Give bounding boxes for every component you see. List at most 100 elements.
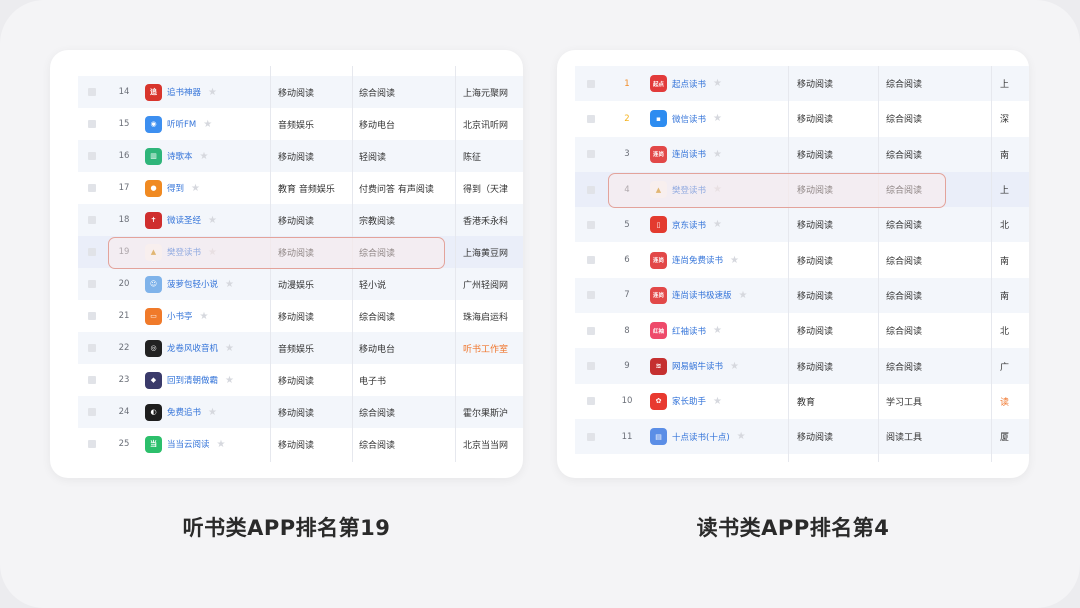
favorite-star-icon[interactable]: ★: [730, 361, 739, 372]
table-row[interactable]: 11 ▤ 十点读书(十点) ★ 移动阅读 阅读工具 厦: [575, 418, 1029, 455]
table-row[interactable]: 22 ◎ 龙卷风收音机 ★ 音频娱乐 移动电台 听书工作室: [78, 332, 523, 364]
favorite-star-icon[interactable]: ★: [200, 311, 209, 322]
favorite-star-icon[interactable]: ★: [713, 396, 722, 407]
app-name-link[interactable]: 得到: [167, 182, 184, 194]
row-checkbox[interactable]: [587, 185, 595, 194]
app-name-link[interactable]: 京东读书: [672, 219, 706, 231]
favorite-star-icon[interactable]: ★: [713, 325, 722, 336]
table-row[interactable]: 16 ▥ 诗歌本 ★ 移动阅读 轻阅读 陈征: [78, 140, 523, 172]
row-checkbox[interactable]: [587, 220, 595, 229]
app-name-link[interactable]: 龙卷风收音机: [167, 342, 218, 354]
app-name-link[interactable]: 免费追书: [167, 406, 201, 418]
table-row[interactable]: 2 ▪ 微信读书 ★ 移动阅读 综合阅读 深: [575, 101, 1029, 136]
audio-ranking-panel: 14 追追书神器 ★ 移动阅读 综合阅读 上海元聚网 15 ◉ 听听FM ★ 音频娱乐 移动电台 北京讯…: [50, 50, 523, 478]
row-checkbox[interactable]: [587, 432, 595, 441]
hongxiu-app-icon: 红袖: [650, 322, 667, 340]
developer-name: 上海黄豆网: [463, 248, 509, 259]
row-checkbox[interactable]: [88, 248, 96, 256]
column-divider: [455, 66, 456, 462]
table-row[interactable]: 14 追追书神器 ★ 移动阅读 综合阅读 上海元聚网: [78, 76, 523, 108]
app-name-link[interactable]: 红袖读书: [672, 325, 706, 337]
favorite-star-icon[interactable]: ★: [200, 151, 209, 162]
row-checkbox[interactable]: [88, 184, 96, 192]
favorite-star-icon[interactable]: ★: [217, 439, 226, 450]
favorite-star-icon[interactable]: ★: [208, 87, 217, 98]
row-checkbox[interactable]: [587, 397, 595, 406]
row-checkbox[interactable]: [88, 88, 96, 96]
table-row[interactable]: 24 ◐ 免费追书 ★ 移动阅读 综合阅读 霍尔果斯沪: [78, 396, 523, 428]
row-checkbox[interactable]: [88, 376, 96, 384]
row-checkbox[interactable]: [88, 344, 96, 352]
app-name-link[interactable]: 菠萝包轻小说: [167, 278, 218, 290]
primary-category: 移动阅读: [278, 216, 315, 227]
table-row[interactable]: 6 连尚 连尚免费读书 ★ 移动阅读 综合阅读 南: [575, 242, 1029, 277]
app-name-link[interactable]: 网易蜗牛读书: [672, 360, 723, 372]
favorite-star-icon[interactable]: ★: [713, 78, 722, 89]
table-row[interactable]: 3 连尚 连尚读书 ★ 移动阅读 综合阅读 南: [575, 136, 1029, 172]
table-row[interactable]: 15 ◉ 听听FM ★ 音频娱乐 移动电台 北京讯听网: [78, 108, 523, 140]
row-checkbox[interactable]: [587, 362, 595, 371]
table-row[interactable]: 1 起点 起点读书 ★ 移动阅读 综合阅读 上: [575, 66, 1029, 102]
favorite-star-icon[interactable]: ★: [208, 407, 217, 418]
primary-category: 移动阅读: [278, 312, 315, 323]
row-checkbox[interactable]: [88, 152, 96, 160]
app-cell: ▥ 诗歌本 ★: [145, 140, 274, 172]
favorite-star-icon[interactable]: ★: [730, 255, 739, 266]
app-name-link[interactable]: 当当云阅读: [167, 438, 210, 450]
row-checkbox[interactable]: [88, 216, 96, 224]
row-checkbox[interactable]: [587, 291, 595, 300]
rank-number: 22: [118, 343, 130, 353]
table-row[interactable]: 9 ≋ 网易蜗牛读书 ★ 移动阅读 综合阅读 广: [575, 348, 1029, 384]
app-name-link[interactable]: 小书亭: [167, 310, 193, 322]
primary-category: 移动阅读: [278, 152, 315, 163]
row-checkbox[interactable]: [587, 114, 595, 123]
favorite-star-icon[interactable]: ★: [191, 183, 200, 194]
row-checkbox[interactable]: [587, 79, 595, 88]
developer-name: 陈征: [463, 152, 482, 163]
row-checkbox[interactable]: [88, 312, 96, 320]
favorite-star-icon[interactable]: ★: [713, 219, 722, 230]
table-row[interactable]: 21 ▭ 小书亭 ★ 移动阅读 综合阅读 珠海启运科: [78, 300, 523, 332]
app-name-link[interactable]: 诗歌本: [167, 150, 193, 162]
app-name-link[interactable]: 起点读书: [672, 78, 706, 90]
table-row[interactable]: 7 连尚 连尚读书极速版 ★ 移动阅读 综合阅读 南: [575, 277, 1029, 314]
favorite-star-icon[interactable]: ★: [737, 431, 746, 442]
row-checkbox-cell: [587, 384, 595, 419]
table-row[interactable]: 25 当当当云阅读 ★ 移动阅读 综合阅读 北京当当网: [78, 428, 523, 460]
row-checkbox[interactable]: [587, 326, 595, 335]
table-row[interactable]: 8 红袖 红袖读书 ★ 移动阅读 综合阅读 北: [575, 313, 1029, 348]
app-name-link[interactable]: 家长助手: [672, 395, 706, 407]
app-name-link[interactable]: 回到清朝做霸: [167, 374, 218, 386]
favorite-star-icon[interactable]: ★: [225, 279, 234, 290]
row-checkbox[interactable]: [88, 120, 96, 128]
row-checkbox[interactable]: [88, 408, 96, 416]
app-name-link[interactable]: 追书神器: [167, 86, 201, 98]
favorite-star-icon[interactable]: ★: [208, 215, 217, 226]
app-name-link[interactable]: 连尚免费读书: [672, 254, 723, 266]
app-name-link[interactable]: 十点读书(十点): [672, 431, 730, 443]
favorite-star-icon[interactable]: ★: [203, 119, 212, 130]
favorite-star-icon[interactable]: ★: [713, 113, 722, 124]
table-row[interactable]: 23 ◆ 回到清朝做霸 ★ 移动阅读 电子书: [78, 364, 523, 396]
app-name-link[interactable]: 连尚读书: [672, 148, 706, 160]
app-name-link[interactable]: 听听FM: [167, 118, 196, 130]
favorite-star-icon[interactable]: ★: [225, 375, 234, 386]
row-checkbox[interactable]: [587, 256, 595, 265]
table-row[interactable]: 5 ▯ 京东读书 ★ 移动阅读 综合阅读 北: [575, 207, 1029, 243]
row-checkbox[interactable]: [587, 150, 595, 159]
table-row[interactable]: 18 ✝ 微读圣经 ★ 移动阅读 宗教阅读 香港禾永科: [78, 204, 523, 236]
app-name-link[interactable]: 微读圣经: [167, 214, 201, 226]
row-checkbox-cell: [587, 66, 595, 101]
favorite-star-icon[interactable]: ★: [739, 290, 748, 301]
table-row[interactable]: 10 ✿ 家长助手 ★ 教育 学习工具 读: [575, 384, 1029, 419]
favorite-star-icon[interactable]: ★: [713, 149, 722, 160]
favorite-star-icon[interactable]: ★: [225, 343, 234, 354]
row-checkbox-cell: [88, 268, 96, 300]
row-checkbox[interactable]: [88, 440, 96, 448]
app-name-link[interactable]: 连尚读书极速版: [672, 289, 732, 301]
table-row[interactable]: 17 ● 得到 ★ 教育 音频娱乐 付费问答 有声阅读 得到（天津: [78, 172, 523, 204]
table-row[interactable]: 20 ☺ 菠萝包轻小说 ★ 动漫娱乐 轻小说 广州轻阅网: [78, 268, 523, 300]
reading-ranking-panel: 1 起点 起点读书 ★ 移动阅读 综合阅读上 2 ▪ 微信读书 ★ 移动阅读 综合阅读深 3 连尚 连尚读书…: [557, 50, 1029, 478]
app-name-link[interactable]: 微信读书: [672, 113, 706, 125]
row-checkbox[interactable]: [88, 280, 96, 288]
